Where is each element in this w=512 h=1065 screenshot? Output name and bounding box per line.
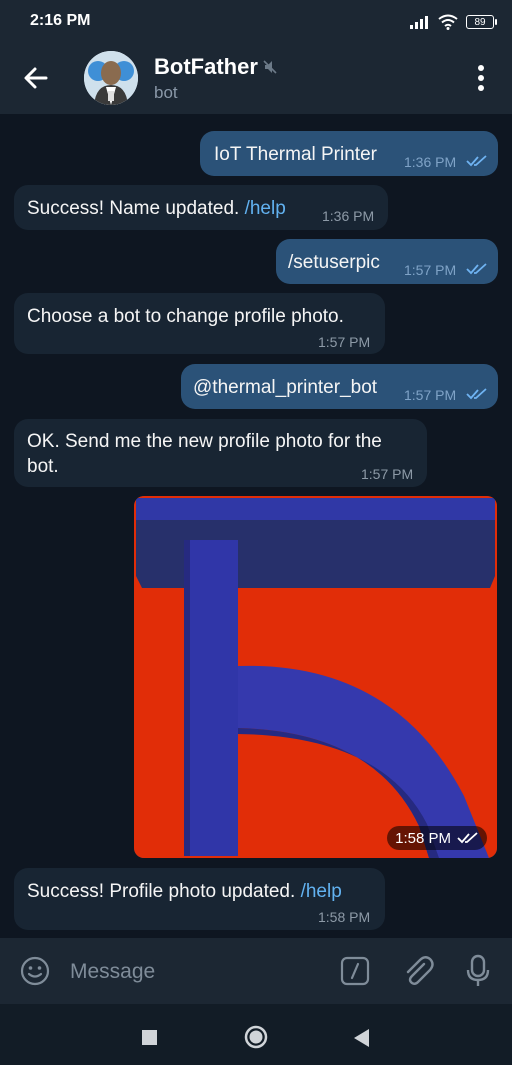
message-time: 1:57 PM: [404, 387, 457, 403]
message-time: 1:57 PM: [361, 466, 414, 482]
message-text: Success! Name updated. /help: [27, 198, 286, 219]
more-vertical-icon[interactable]: [470, 64, 492, 92]
photo-time-pill: 1:58 PM: [387, 826, 487, 850]
double-check-icon: [466, 155, 487, 167]
message-bubble[interactable]: Success! Name updated. /help 1:36 PM: [14, 185, 388, 230]
message-time: 1:57 PM: [318, 334, 371, 350]
photo-message[interactable]: 1:58 PM: [134, 496, 497, 858]
wifi-icon: [438, 14, 458, 30]
double-check-icon: [466, 388, 487, 400]
message-time: 1:36 PM: [404, 154, 457, 170]
message-text-line: bot.: [27, 456, 59, 477]
status-time: 2:16 PM: [30, 12, 91, 29]
recents-button[interactable]: [142, 1030, 157, 1045]
message-text: IoT Thermal Printer: [214, 144, 377, 165]
message-text-line: OK. Send me the new profile photo for th…: [27, 431, 382, 452]
microphone-icon[interactable]: [466, 954, 490, 988]
back-arrow-icon[interactable]: [22, 64, 50, 92]
message-input[interactable]: [68, 952, 322, 992]
system-nav-bar: [0, 1004, 512, 1065]
message-bubble[interactable]: OK. Send me the new profile photo for th…: [14, 419, 427, 487]
message-time: 1:57 PM: [404, 262, 457, 278]
double-check-icon: [466, 263, 487, 275]
home-button[interactable]: [244, 1025, 268, 1049]
message-time: 1:58 PM: [318, 909, 371, 925]
nav-back-button[interactable]: [352, 1028, 370, 1048]
message-time: 1:58 PM: [395, 829, 451, 847]
mute-icon: [263, 60, 277, 74]
help-command-link[interactable]: /help: [301, 881, 342, 902]
message-text: Success! Profile photo updated. /help: [27, 881, 342, 902]
message-bubble[interactable]: Choose a bot to change profile photo. 1:…: [14, 293, 385, 354]
chat-title: BotFather: [154, 54, 258, 79]
status-icons: 89: [410, 12, 497, 32]
message-text: @thermal_printer_bot: [193, 377, 378, 398]
bot-command-icon[interactable]: [340, 956, 370, 986]
chat-header: BotFather bot: [0, 42, 512, 114]
botfather-avatar-image: [84, 51, 138, 105]
help-command-link[interactable]: /help: [245, 198, 286, 219]
emoji-icon[interactable]: [20, 956, 50, 986]
chat-subtitle: bot: [154, 83, 178, 102]
message-bubble[interactable]: @thermal_printer_bot 1:57 PM: [181, 364, 498, 409]
avatar[interactable]: [84, 51, 138, 105]
message-bubble[interactable]: /setuserpic 1:57 PM: [276, 239, 498, 284]
message-time: 1:36 PM: [322, 208, 375, 224]
signal-icon: [410, 16, 428, 29]
message-text: /setuserpic: [288, 252, 380, 273]
message-composer: [0, 938, 512, 1004]
message-bubble[interactable]: IoT Thermal Printer 1:36 PM: [200, 131, 498, 176]
message-bubble[interactable]: Success! Profile photo updated. /help 1:…: [14, 868, 385, 930]
battery-icon: 89: [466, 15, 497, 29]
double-check-icon: [457, 832, 478, 844]
status-bar: 2:16 PM 89: [0, 0, 512, 42]
sent-photo: [134, 496, 497, 858]
battery-level: 89: [474, 17, 486, 28]
message-text: Choose a bot to change profile photo.: [27, 306, 344, 327]
paperclip-icon[interactable]: [402, 954, 434, 988]
